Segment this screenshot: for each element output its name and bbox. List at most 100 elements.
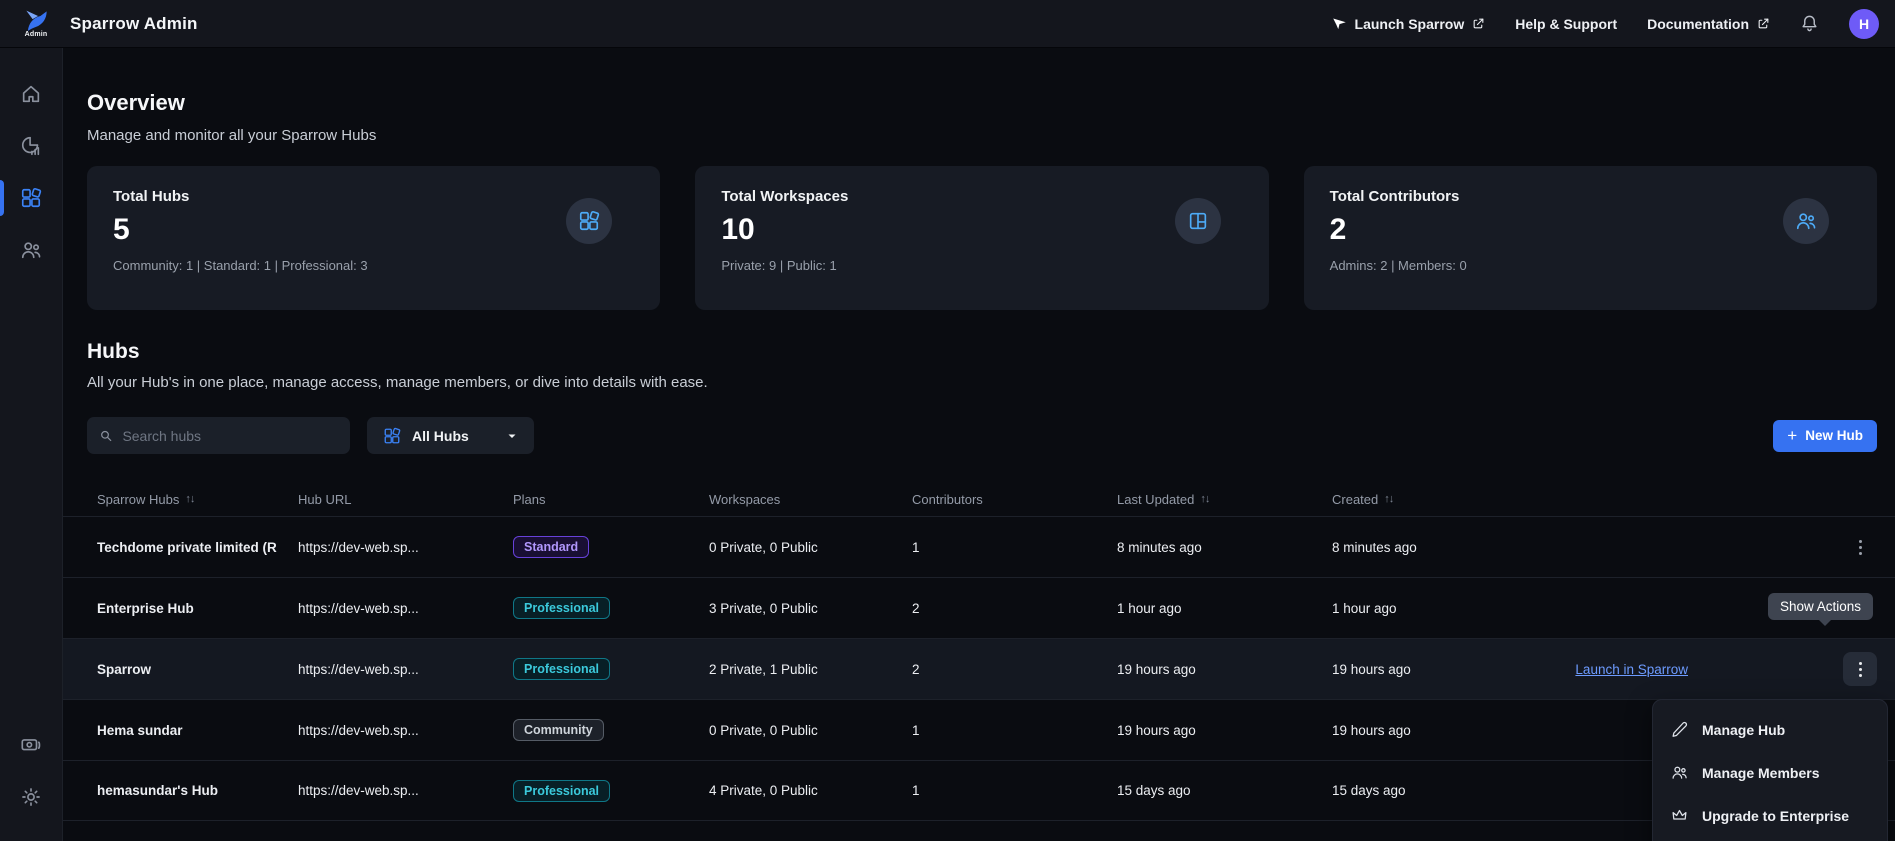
- members-icon: [1671, 764, 1688, 781]
- search-hubs-box: [87, 417, 350, 454]
- show-actions-tooltip: Show Actions: [1768, 593, 1873, 620]
- table-body: Techdome private limited (R https://dev-…: [63, 516, 1895, 821]
- launch-in-sparrow-link[interactable]: Launch in Sparrow: [1575, 662, 1688, 677]
- new-hub-button[interactable]: + New Hub: [1773, 420, 1877, 452]
- sidebar-item-settings[interactable]: [0, 771, 63, 823]
- sidebar-item-home[interactable]: [0, 68, 63, 120]
- row-actions-context-menu: Manage Hub Manage Members Upgrade to Ent…: [1652, 699, 1888, 841]
- plan-badge: Professional: [513, 597, 610, 619]
- bird-icon: [1332, 16, 1347, 31]
- stat-card-value: 5: [113, 213, 634, 247]
- contributors-icon: [1783, 198, 1829, 244]
- sidebar-item-members[interactable]: [0, 224, 63, 276]
- last-updated-cell: 19 hours ago: [1117, 662, 1332, 677]
- column-header-created[interactable]: Created ↑↓: [1332, 492, 1547, 507]
- table-row-techdome: Techdome private limited (R https://dev-…: [63, 516, 1895, 577]
- contributors-cell: 1: [912, 540, 1117, 555]
- hub-filter-value: All Hubs: [412, 428, 469, 444]
- hub-url: https://dev-web.sp...: [298, 540, 513, 555]
- search-hubs-input[interactable]: [122, 428, 338, 444]
- column-header-last-updated[interactable]: Last Updated ↑↓: [1117, 492, 1332, 507]
- workspaces-cell: 4 Private, 0 Public: [709, 783, 912, 798]
- hubs-icon: [20, 187, 42, 209]
- hub-filter-dropdown[interactable]: All Hubs: [367, 417, 534, 454]
- members-icon: [20, 239, 42, 261]
- logo-admin-label: Admin: [25, 31, 48, 38]
- workspaces-cell: 0 Private, 0 Public: [709, 540, 912, 555]
- sidebar: [0, 48, 63, 841]
- search-icon: [99, 428, 113, 444]
- help-support-link[interactable]: Help & Support: [1515, 16, 1617, 32]
- stat-card-value: 2: [1330, 213, 1851, 247]
- table-row-hema-sundar: Hema sundar https://dev-web.sp... Commun…: [63, 699, 1895, 760]
- last-updated-cell: 1 hour ago: [1117, 601, 1332, 616]
- sort-icon: ↑↓: [185, 493, 194, 505]
- row-actions-kebab-icon[interactable]: [1843, 530, 1877, 564]
- plan-badge: Community: [513, 719, 604, 741]
- column-header-plans: Plans: [513, 492, 709, 507]
- workspace-icon: [1175, 198, 1221, 244]
- sidebar-item-billing[interactable]: [0, 719, 63, 771]
- sort-icon: ↑↓: [1200, 493, 1209, 505]
- settings-gear-icon: [20, 786, 42, 808]
- created-cell: 19 hours ago: [1332, 723, 1547, 738]
- sparrow-logo: Admin: [16, 9, 56, 38]
- notifications-bell-icon[interactable]: [1800, 14, 1819, 33]
- new-hub-label: New Hub: [1805, 428, 1863, 443]
- hub-name: Hema sundar: [97, 723, 298, 738]
- contributors-cell: 2: [912, 662, 1117, 677]
- sidebar-item-analytics[interactable]: [0, 120, 63, 172]
- documentation-label: Documentation: [1647, 16, 1749, 32]
- sidebar-item-hubs[interactable]: [0, 172, 63, 224]
- stat-card-total-hubs: Total Hubs 5 Community: 1 | Standard: 1 …: [87, 166, 660, 310]
- last-updated-cell: 15 days ago: [1117, 783, 1332, 798]
- pencil-icon: [1671, 721, 1688, 738]
- column-header-sparrow-hubs[interactable]: Sparrow Hubs ↑↓: [97, 492, 298, 507]
- stat-card-total-workspaces: Total Workspaces 10 Private: 9 | Public:…: [695, 166, 1268, 310]
- hub-icon: [566, 198, 612, 244]
- hubs-section-title: Hubs: [87, 340, 1877, 364]
- created-cell: 19 hours ago: [1332, 662, 1547, 677]
- menu-item-manage-members[interactable]: Manage Members: [1659, 751, 1881, 794]
- top-navbar: Admin Sparrow Admin Launch Sparrow Help …: [0, 0, 1895, 48]
- crown-icon: [1671, 807, 1688, 824]
- table-row-sparrow: Sparrow https://dev-web.sp... Profession…: [63, 638, 1895, 699]
- launch-sparrow-link[interactable]: Launch Sparrow: [1332, 16, 1486, 32]
- stat-card-title: Total Workspaces: [721, 188, 1242, 205]
- hub-url: https://dev-web.sp...: [298, 723, 513, 738]
- stat-card-detail: Admins: 2 | Members: 0: [1330, 258, 1851, 273]
- app-title: Sparrow Admin: [70, 14, 198, 34]
- brand: Admin Sparrow Admin: [16, 9, 198, 38]
- documentation-link[interactable]: Documentation: [1647, 16, 1770, 32]
- plan-badge: Professional: [513, 658, 610, 680]
- menu-item-upgrade-enterprise[interactable]: Upgrade to Enterprise: [1659, 794, 1881, 837]
- created-cell: 15 days ago: [1332, 783, 1547, 798]
- hub-name: Techdome private limited (R: [97, 540, 298, 555]
- hubs-controls: All Hubs + New Hub: [87, 417, 1877, 454]
- hubs-section-subtitle: All your Hub's in one place, manage acce…: [87, 374, 1877, 391]
- hubs-table: Sparrow Hubs ↑↓ Hub URL Plans Workspaces…: [63, 482, 1895, 821]
- column-header-contributors: Contributors: [912, 492, 1117, 507]
- stat-card-detail: Private: 9 | Public: 1: [721, 258, 1242, 273]
- page-title: Overview: [87, 90, 1877, 116]
- table-header-row: Sparrow Hubs ↑↓ Hub URL Plans Workspaces…: [63, 482, 1895, 516]
- contributors-cell: 2: [912, 601, 1117, 616]
- row-actions-kebab-icon[interactable]: [1843, 652, 1877, 686]
- plan-badge: Standard: [513, 536, 589, 558]
- workspaces-cell: 0 Private, 0 Public: [709, 723, 912, 738]
- contributors-cell: 1: [912, 723, 1117, 738]
- plus-icon: +: [1787, 427, 1797, 444]
- user-avatar[interactable]: H: [1849, 9, 1879, 39]
- menu-item-manage-hub[interactable]: Manage Hub: [1659, 708, 1881, 751]
- hub-name: hemasundar's Hub: [97, 783, 298, 798]
- chevron-down-icon: [506, 430, 518, 442]
- stat-card-title: Total Hubs: [113, 188, 634, 205]
- stat-card-title: Total Contributors: [1330, 188, 1851, 205]
- table-row-enterprise-hub: Enterprise Hub https://dev-web.sp... Pro…: [63, 577, 1895, 638]
- hub-url: https://dev-web.sp...: [298, 662, 513, 677]
- created-cell: 8 minutes ago: [1332, 540, 1547, 555]
- created-cell: 1 hour ago: [1332, 601, 1547, 616]
- table-row-hemasundars-hub: hemasundar's Hub https://dev-web.sp... P…: [63, 760, 1895, 821]
- workspaces-cell: 2 Private, 1 Public: [709, 662, 912, 677]
- column-header-hub-url: Hub URL: [298, 492, 513, 507]
